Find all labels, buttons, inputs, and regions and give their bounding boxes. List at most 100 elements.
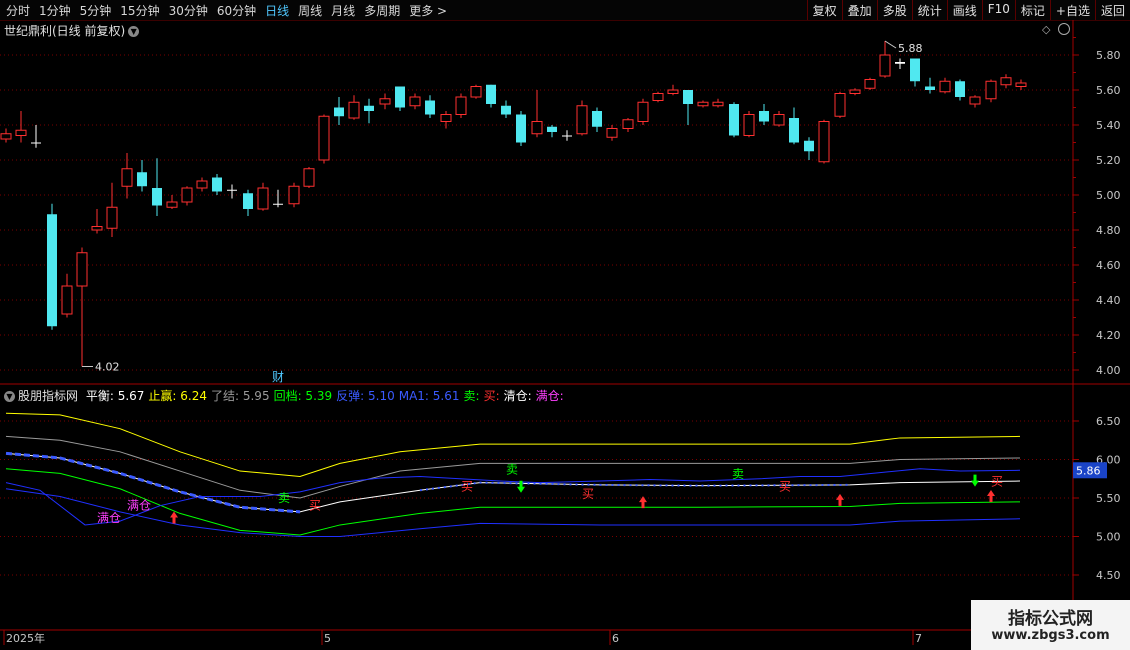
price-tick-label: 4.40 [1096,294,1121,307]
candle-body [969,96,981,105]
candle-body [622,119,634,129]
candle-body [455,96,467,115]
candle-body [759,111,769,122]
candle-body [547,126,557,132]
candle-body [939,80,951,93]
signal-full: 满仓 [127,499,151,513]
indicator-header: ▼ 股朋指标网 平衡: 5.67 止赢: 6.24 了结: 5.95 回档: 5.39 反… [4,387,568,404]
high-label: 5.88 [898,42,923,55]
candle-body [470,86,482,98]
watermark: 指标公式网 www.zbgs3.com [971,600,1130,650]
signal-full: 满仓 [97,511,121,525]
candle-body [652,93,664,101]
signal-buy: 买 [991,475,1003,489]
candle-body [334,107,344,117]
chart-canvas[interactable]: 5.80 5.60 5.40 5.20 5.00 4.80 4.60 4.40 4.20 4.00… [0,0,1130,650]
signal-sell: 卖 [506,462,518,476]
candle-body [166,201,178,208]
indicator-line [5,468,1021,526]
price-tick-label: 5.20 [1096,154,1121,167]
indicator-value: 买: [483,389,500,403]
indicator-tick-label: 6.50 [1096,415,1121,428]
current-value-label: 5.86 [1076,464,1101,477]
indicator-tick-label: 5.50 [1096,492,1121,505]
candle-body [273,203,283,205]
chevron-down-icon[interactable]: ▼ [4,391,15,402]
candle-body [834,93,846,117]
indicator-line [5,468,1021,536]
date-label: 7 [915,632,922,645]
candle-body [712,101,724,107]
candle-body [773,114,785,126]
indicator-value: 了结: 5.95 [211,389,270,403]
candle-body [121,168,133,187]
indicator-value: 卖: [463,389,480,403]
candle-body [61,285,73,315]
candle-body [849,89,861,94]
candle-body [985,80,997,100]
candle-body [925,86,935,90]
candle-body [697,101,709,107]
candle-body [152,188,162,206]
candle-body [864,79,876,89]
candle-body [804,140,814,152]
candle-body [516,114,526,143]
candle-body [243,193,253,209]
price-tick-label: 4.60 [1096,259,1121,272]
indicator-value: 满仓: [535,389,564,403]
candle-body [395,86,405,108]
signal-buy: 买 [582,487,594,501]
price-tick-label: 5.60 [1096,84,1121,97]
candle-body [637,101,649,122]
price-tick-label: 4.80 [1096,224,1121,237]
indicator-value: 反弹: 5.10 [336,389,395,403]
candle-body [318,115,330,161]
candle-body [955,81,965,97]
price-tick-label: 5.40 [1096,119,1121,132]
candle-body [212,177,222,192]
date-label: 2025年 [6,631,45,645]
candle-body [606,128,618,138]
candle-body [729,104,739,136]
candle-body [106,206,118,229]
candle-body [1015,82,1027,87]
candle-body [562,135,572,137]
finance-marker: 财 [272,370,284,384]
candle-body [425,100,435,115]
signal-buy: 买 [779,479,791,493]
candle-body [47,214,57,327]
indicator-tick-label: 5.00 [1096,531,1121,544]
candle-body [592,111,602,127]
candle-body [501,105,511,115]
indicator-tick-label: 4.50 [1096,569,1121,582]
price-tick-label: 5.00 [1096,189,1121,202]
candle-body [379,98,391,105]
candle-body [257,187,269,210]
arrow-down-icon [517,480,525,493]
arrow-up-icon [987,490,995,502]
candle-body [1000,77,1012,86]
candle-body [0,133,12,140]
candle-body [31,142,41,144]
indicator-value: 清仓: [503,389,532,403]
signal-sell: 卖 [732,467,744,481]
indicator-value: 回档: 5.39 [273,389,333,403]
price-tick-label: 4.00 [1096,364,1121,377]
signal-sell: 卖 [278,491,290,505]
indicator-line [5,488,1021,537]
indicator-name: 股朋指标网 [18,389,79,403]
indicator-value: MA1: 5.61 [398,389,460,403]
price-tick-label: 5.80 [1096,49,1121,62]
candle-body [91,226,103,231]
indicator-value: 平衡: 5.67 [85,389,145,403]
candle-body [818,121,830,163]
candle-body [789,118,799,143]
signal-buy: 买 [309,499,321,513]
candle-body [364,105,374,111]
high-pointer [884,40,897,49]
candle-body [303,168,315,187]
candle-body [227,189,237,191]
candle-body [288,185,300,205]
arrow-up-icon [836,493,844,506]
arrow-up-icon [170,511,178,524]
